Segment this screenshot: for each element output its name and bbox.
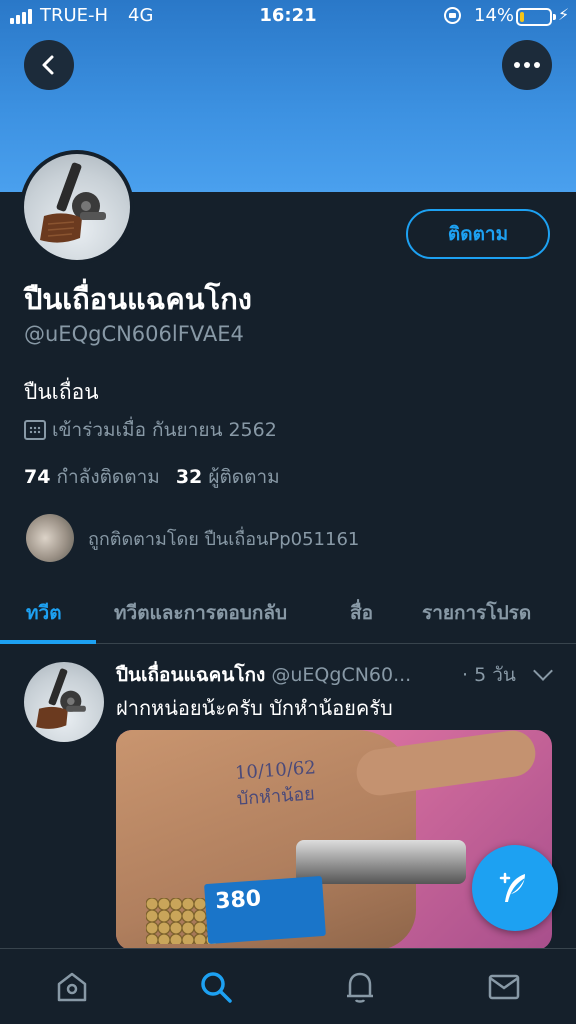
tweet-author-handle: @uEQgCN60... <box>271 664 412 686</box>
joined-date: เข้าร่วมเมื่อ กันยายน 2562 <box>24 415 277 445</box>
tweet-avatar[interactable] <box>24 662 104 742</box>
follower-avatar <box>26 514 74 562</box>
ammo-box: 380 <box>204 875 326 945</box>
following-count: 74 <box>24 466 51 488</box>
followed-by-text: ถูกติดตามโดย ปืนเถื่อนPp051161 <box>88 528 360 550</box>
tab-media[interactable]: สื่อ <box>350 598 373 628</box>
bell-icon[interactable] <box>342 969 378 1005</box>
back-arrow-icon <box>42 55 54 75</box>
back-button[interactable] <box>24 40 74 90</box>
tweet-author-name[interactable]: ปืนเถื่อนแฉคนโกง <box>116 664 265 686</box>
handwriting-note: 10/10/62 บักหำน้อย <box>234 757 318 813</box>
profile-tabs: ทวีต ทวีตและการตอบกลับ สื่อ รายการโปรด <box>0 580 576 644</box>
battery-icon <box>516 8 556 26</box>
joined-date-text: เข้าร่วมเมื่อ กันยายน 2562 <box>52 419 277 441</box>
followers-label: ผู้ติดตาม <box>208 466 280 488</box>
avatar-image <box>24 154 130 260</box>
calendar-icon <box>24 420 46 440</box>
home-icon[interactable] <box>54 969 90 1005</box>
more-dots-icon <box>514 62 540 68</box>
profile-avatar[interactable] <box>20 150 134 264</box>
followers-link[interactable]: 32 ผู้ติดตาม <box>176 462 280 492</box>
followed-by-row[interactable]: ถูกติดตามโดย ปืนเถื่อนPp051161 <box>26 514 359 562</box>
compose-tweet-icon <box>499 872 525 902</box>
ammo-label: 380 <box>214 886 263 915</box>
tweet-timestamp: · 5 วัน <box>462 664 516 686</box>
more-options-button[interactable] <box>502 40 552 90</box>
rotation-lock-icon <box>444 7 461 24</box>
profile-display-name: ปืนเถื่อนแฉคนโกง <box>24 282 252 316</box>
followers-count: 32 <box>175 466 203 488</box>
bottom-navigation <box>0 948 576 1024</box>
search-icon[interactable] <box>198 969 234 1005</box>
tweet-text: ฝากหน่อยน้ะครับ บักหำน้อยครับ <box>116 696 393 720</box>
battery-fill <box>520 12 524 22</box>
tab-likes[interactable]: รายการโปรด <box>422 598 531 628</box>
profile-bio: ปืนเถื่อน <box>24 380 99 404</box>
envelope-icon[interactable] <box>486 969 522 1005</box>
following-link[interactable]: 74 กำลังติดตาม <box>24 462 160 492</box>
battery-percent: 14% <box>474 5 515 26</box>
status-bar: TRUE-H 4G 16:21 14% ⚡ <box>0 0 576 32</box>
follow-button[interactable]: ติดตาม <box>406 209 550 259</box>
follow-stats: 74 กำลังติดตาม 32 ผู้ติดตาม <box>24 462 280 492</box>
compose-tweet-button[interactable] <box>472 845 558 931</box>
profile-handle: @uEQgCN606lFVAE4 <box>24 322 244 346</box>
charging-icon: ⚡ <box>558 5 570 24</box>
handwriting-text: บักหำน้อย <box>236 783 316 810</box>
tab-tweets[interactable]: ทวีต <box>26 598 62 628</box>
following-label: กำลังติดตาม <box>56 466 160 488</box>
tab-tweets-and-replies[interactable]: ทวีตและการตอบกลับ <box>114 598 287 628</box>
active-tab-indicator <box>0 640 96 644</box>
